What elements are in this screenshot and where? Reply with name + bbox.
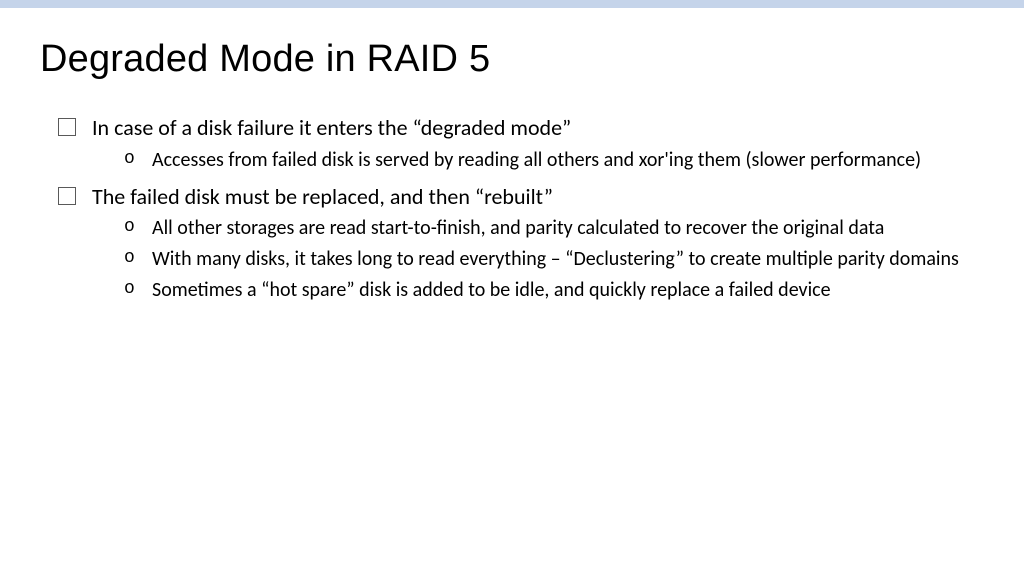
bullet-text: The failed disk must be replaced, and th… <box>92 183 553 210</box>
sub-bullet-text: All other storages are read start-to-fin… <box>152 216 884 240</box>
bullet-item: In case of a disk failure it enters the … <box>58 113 984 174</box>
main-bullet-list: In case of a disk failure it enters the … <box>40 113 984 304</box>
sub-bullet-list: All other storages are read start-to-fin… <box>92 215 984 304</box>
sub-bullet-item: Sometimes a “hot spare” disk is added to… <box>122 277 984 304</box>
bullet-item: The failed disk must be replaced, and th… <box>58 182 984 305</box>
slide-title: Degraded Mode in RAID 5 <box>40 38 984 81</box>
sub-bullet-item: All other storages are read start-to-fin… <box>122 215 984 242</box>
sub-bullet-text: Accesses from failed disk is served by r… <box>152 148 921 172</box>
sub-bullet-text: Sometimes a “hot spare” disk is added to… <box>152 278 831 302</box>
sub-bullet-item: Accesses from failed disk is served by r… <box>122 147 984 174</box>
sub-bullet-list: Accesses from failed disk is served by r… <box>92 147 984 174</box>
top-accent-bar <box>0 0 1024 8</box>
sub-bullet-text: With many disks, it takes long to read e… <box>152 247 959 271</box>
slide-body: Degraded Mode in RAID 5 In case of a dis… <box>0 8 1024 304</box>
sub-bullet-item: With many disks, it takes long to read e… <box>122 246 984 273</box>
bullet-text: In case of a disk failure it enters the … <box>92 114 571 141</box>
